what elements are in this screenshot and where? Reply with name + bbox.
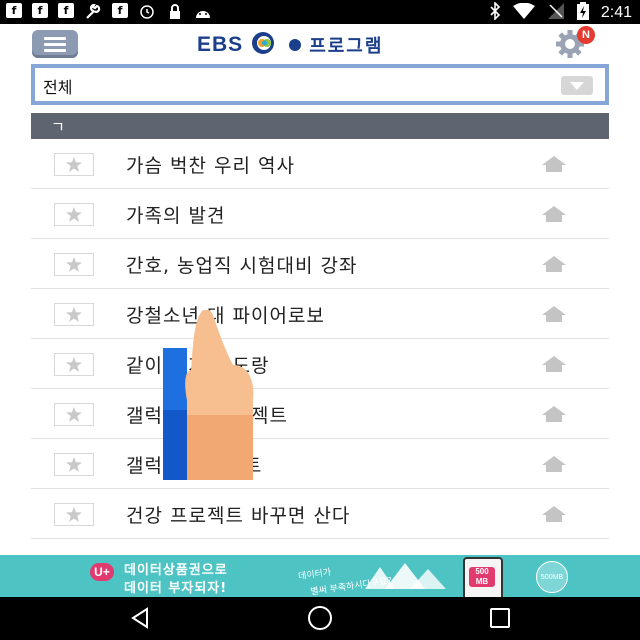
home-icon[interactable] [541,355,567,373]
logo-text: 프로그램 [309,36,384,57]
home-icon[interactable] [541,305,567,323]
list-item[interactable]: 가슴 벅찬 우리 역사 [31,139,609,189]
program-title: 가족의 발견 [126,205,226,227]
star-icon [66,407,82,422]
section-label: ㄱ [51,118,65,136]
system-icons: 2:41 [489,1,632,24]
wifi-icon [512,2,535,23]
battery-charging-icon [576,2,589,24]
home-icon[interactable] [541,405,567,423]
star-icon [66,157,82,172]
list-item[interactable]: 간호, 농업직 시험대비 강좌 [31,239,609,289]
back-button[interactable] [124,604,156,632]
favorite-button[interactable] [54,253,94,276]
notification-icons: f f f f [6,3,212,21]
favorite-button[interactable] [54,503,94,526]
favorite-button[interactable] [54,153,94,176]
star-icon [66,257,82,272]
f-app-icon: f [58,3,74,18]
list-item[interactable]: 강철소년 대 파이어로보 [31,289,609,339]
program-list: 가슴 벅찬 우리 역사 가족의 발견 간호, 농업직 시험대비 강좌 강철소년 … [31,139,609,539]
wrench-icon [84,3,102,21]
program-title: 건강 프로젝트 바꾸면 산다 [126,505,351,527]
program-title: 가슴 벅찬 우리 역사 [126,155,295,177]
bluetooth-icon [489,1,501,24]
ad-coin: 500MB [536,561,568,593]
hamburger-icon [44,37,66,40]
chevron-down-icon [561,76,593,95]
notification-badge: N [577,26,595,44]
app-header: EBS 프로그램 N [0,24,640,64]
section-header: ㄱ [31,113,609,139]
recents-button[interactable] [484,604,516,632]
category-select-frame: 전체 [31,64,609,105]
favorite-button[interactable] [54,353,94,376]
home-icon[interactable] [541,455,567,473]
favorite-button[interactable] [54,453,94,476]
list-item[interactable]: 같이 놀자 도도랑 [31,339,609,389]
status-bar: f f f f 2:41 [0,0,640,24]
program-title: 강철소년 대 파이어로보 [126,305,325,327]
home-icon[interactable] [541,155,567,173]
ad-banner[interactable]: U+ 데이터상품권으로 데이터 부자되자! 데이터가 별써 부족하시다구요? 5… [0,555,640,601]
ad-headline: 데이터상품권으로 [124,563,228,578]
back-icon [131,607,148,629]
star-icon [66,507,82,522]
list-item[interactable]: 갤럭시 프로젝트 [31,439,609,489]
ebs-logo[interactable]: EBS 프로그램 [197,31,383,59]
favorite-button[interactable] [54,403,94,426]
star-icon [66,357,82,372]
android-icon [194,3,212,21]
star-icon [66,307,82,322]
alarm-icon [138,3,156,21]
category-select[interactable]: 전체 [35,68,605,101]
ad-logo: U+ [90,563,114,581]
favorite-button[interactable] [54,303,94,326]
signal-icon [547,2,565,24]
ad-graphic [365,563,446,589]
home-circle-icon [308,606,332,630]
favorite-button[interactable] [54,203,94,226]
star-icon [66,457,82,472]
program-title: 갤럭시 프로젝트 [126,455,263,477]
home-icon[interactable] [541,205,567,223]
home-button[interactable] [304,604,336,632]
program-title: 같이 놀자 도도랑 [126,355,270,377]
ad-subline: 데이터 부자되자! [124,581,228,596]
star-icon [66,207,82,222]
category-select-value: 전체 [43,78,73,97]
program-title: 갤럭시 빈 프로젝트 [126,405,288,427]
home-icon[interactable] [541,255,567,273]
logo-dot [289,39,302,51]
list-item[interactable]: 가족의 발견 [31,189,609,239]
list-item[interactable]: 건강 프로젝트 바꾸면 산다 [31,489,609,539]
clock: 2:41 [600,4,632,21]
program-title: 간호, 농업직 시험대비 강좌 [126,255,358,277]
f-app-icon: f [32,3,48,18]
list-item[interactable]: 갤럭시 빈 프로젝트 [31,389,609,439]
logo-mark-icon [251,31,281,59]
lock-icon [166,3,184,21]
ad-amount: 500 MB [469,567,495,587]
recents-icon [490,608,510,628]
f-app-icon: f [6,3,22,18]
settings-button[interactable]: N [555,26,595,60]
navigation-bar [0,597,640,640]
home-icon[interactable] [541,505,567,523]
menu-button[interactable] [32,30,78,58]
logo-brand: EBS [197,33,244,56]
ad-tag: 데이터가 [297,567,332,583]
f-app-icon: f [112,3,128,18]
